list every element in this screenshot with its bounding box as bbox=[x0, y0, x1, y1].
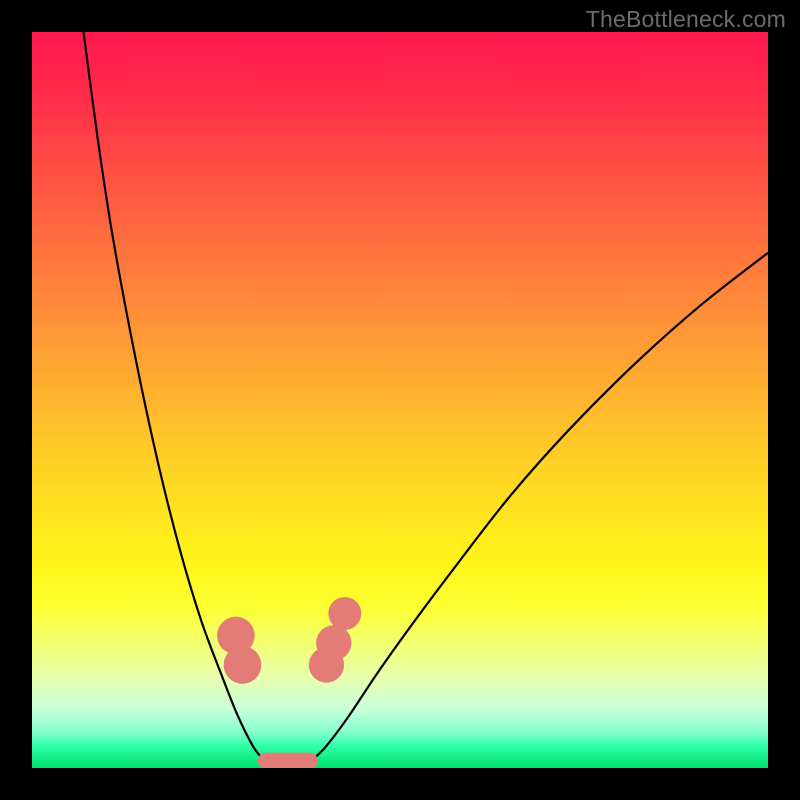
plot-area bbox=[32, 32, 768, 768]
data-marker bbox=[328, 597, 361, 630]
data-marker bbox=[224, 646, 262, 684]
data-marker bbox=[316, 625, 351, 660]
right-curve bbox=[312, 253, 768, 761]
outer-frame: TheBottleneck.com bbox=[0, 0, 800, 800]
chart-svg bbox=[32, 32, 768, 768]
watermark-text: TheBottleneck.com bbox=[586, 6, 786, 33]
marker-group bbox=[217, 597, 361, 684]
bottom-segment bbox=[258, 753, 318, 768]
